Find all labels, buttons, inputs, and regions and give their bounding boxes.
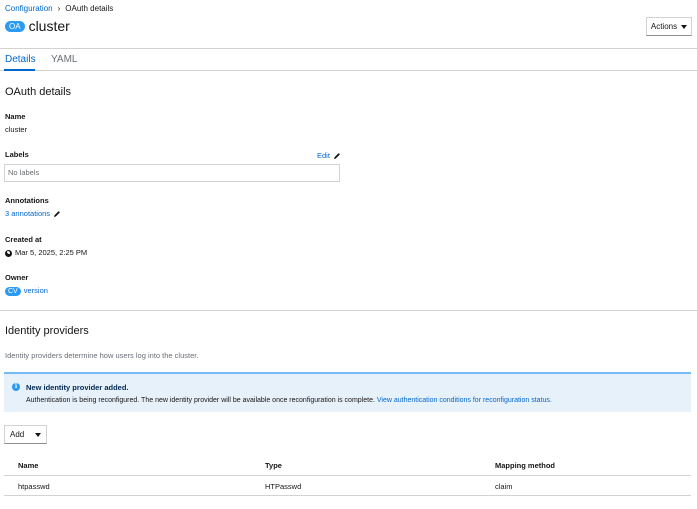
column-header-name[interactable]: Name: [18, 461, 38, 471]
owner-row: CV version: [5, 286, 48, 296]
section-title-identity-providers: Identity providers: [5, 325, 89, 337]
page-title: cluster: [28, 18, 70, 34]
actions-label: Actions: [650, 22, 678, 31]
pencil-icon: [333, 152, 340, 159]
column-header-mapping-method[interactable]: Mapping method: [495, 461, 555, 471]
labels-box: No labels: [4, 164, 340, 182]
globe-icon: [5, 249, 12, 257]
table-header-row: Name Type Mapping method: [4, 455, 691, 476]
alert-conditions-link[interactable]: View authentication conditions for recon…: [377, 397, 552, 404]
table-row: htpasswd HTPasswd claim: [4, 476, 691, 496]
caret-down-icon: [681, 24, 688, 29]
resource-badge: OA: [5, 20, 25, 32]
tab-yaml[interactable]: YAML: [51, 53, 78, 67]
add-identity-provider-dropdown[interactable]: Add: [4, 425, 47, 444]
annotations-edit-button[interactable]: 3 annotations: [5, 209, 61, 219]
created-at-label: Created at: [5, 235, 42, 244]
cell-mapping-method: claim: [495, 482, 513, 491]
identity-providers-description: Identity providers determine how users l…: [5, 351, 199, 360]
labels-label: Labels: [5, 150, 29, 159]
annotations-link: 3 annotations: [5, 209, 51, 218]
page-header: OA cluster: [5, 17, 70, 35]
created-at-row: Mar 5, 2025, 2:25 PM: [5, 248, 87, 258]
tab-details[interactable]: Details: [5, 53, 36, 67]
caret-down-icon: [35, 432, 42, 437]
tab-bar: Details YAML: [0, 48, 697, 71]
labels-edit-label: Edit: [317, 151, 330, 160]
alert-title: New identity provider added.: [26, 383, 129, 392]
info-alert: i New identity provider added. Authentic…: [4, 372, 691, 412]
actions-dropdown-button[interactable]: Actions: [646, 17, 692, 36]
owner-label: Owner: [5, 273, 29, 282]
owner-badge: CV: [5, 286, 21, 296]
labels-edit-button[interactable]: Edit: [317, 151, 341, 160]
add-label: Add: [10, 430, 25, 439]
breadcrumb-current: OAuth details: [65, 4, 114, 13]
name-label: Name: [5, 112, 26, 121]
cell-name: htpasswd: [18, 482, 50, 491]
name-value: cluster: [5, 125, 28, 134]
active-tab-indicator: [4, 69, 35, 71]
alert-message: Authentication is being reconfigured. Th…: [26, 397, 375, 404]
breadcrumb: Configuration › OAuth details: [5, 4, 113, 14]
breadcrumb-separator-icon: ›: [57, 4, 61, 13]
cell-type: HTPasswd: [265, 482, 302, 491]
owner-link[interactable]: version: [24, 286, 48, 296]
section-divider: [0, 310, 697, 311]
section-title-oauth-details: OAuth details: [5, 86, 72, 98]
breadcrumb-configuration-link[interactable]: Configuration: [5, 4, 53, 14]
identity-providers-table: Name Type Mapping method htpasswd HTPass…: [4, 455, 691, 496]
annotations-label: Annotations: [5, 196, 49, 205]
column-header-type[interactable]: Type: [265, 461, 282, 471]
created-at-value: Mar 5, 2025, 2:25 PM: [15, 248, 88, 257]
alert-body: Authentication is being reconfigured. Th…: [26, 396, 552, 406]
info-icon: i: [12, 383, 20, 391]
pencil-icon: [54, 211, 60, 217]
